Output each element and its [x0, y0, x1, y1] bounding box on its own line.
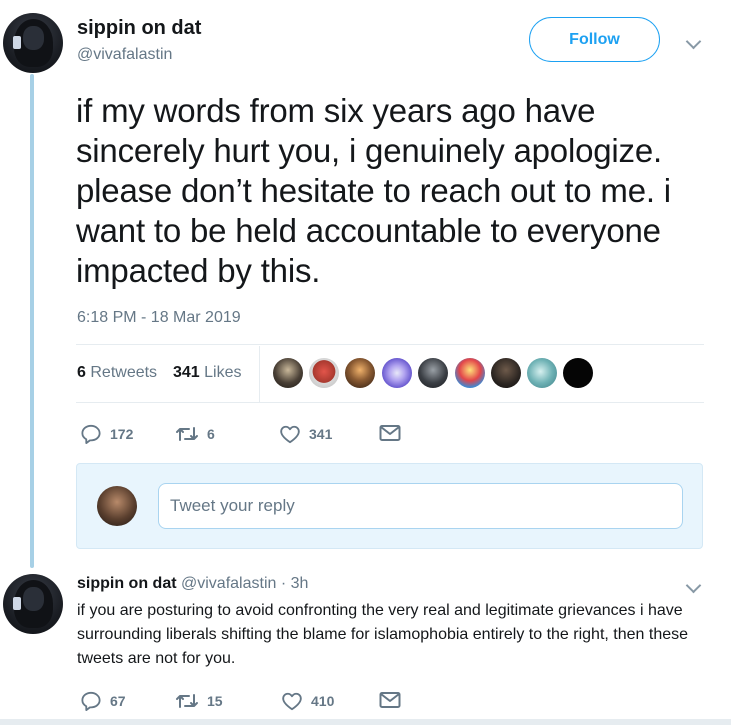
- reply-time[interactable]: 3h: [291, 575, 309, 592]
- reply-tweet-text: if you are posturing to avoid confrontin…: [77, 602, 689, 667]
- liker-avatar[interactable]: [527, 358, 557, 388]
- reply-tweet-reply-count: 67: [110, 693, 126, 709]
- bottom-divider: [0, 719, 731, 725]
- reply-icon: [81, 691, 101, 711]
- liker-avatar[interactable]: [455, 358, 485, 388]
- follow-button[interactable]: Follow: [529, 17, 660, 62]
- direct-message-action[interactable]: [379, 424, 401, 442]
- envelope-icon: [379, 692, 401, 708]
- reply-tweet-header: sippin on dat @vivafalastin · 3h: [77, 575, 308, 593]
- retweets-label: Retweets: [90, 364, 158, 381]
- liker-avatar[interactable]: [563, 358, 593, 388]
- thread-connector-line: [30, 74, 34, 568]
- likes-stat[interactable]: 341 Likes: [173, 364, 242, 382]
- liker-avatar[interactable]: [273, 358, 303, 388]
- author-handle[interactable]: @vivafalastin: [77, 46, 172, 64]
- retweet-icon: [176, 427, 198, 441]
- tweet-text: if my words from six years ago have sinc…: [76, 92, 671, 289]
- retweet-icon: [176, 694, 198, 708]
- liker-avatar[interactable]: [382, 358, 412, 388]
- retweet-count: 6: [207, 426, 215, 442]
- reply-input[interactable]: [158, 483, 683, 529]
- stats-separator: [259, 346, 260, 402]
- divider-top: [76, 344, 704, 345]
- reply-author-handle[interactable]: @vivafalastin: [181, 575, 276, 592]
- author-display-name[interactable]: sippin on dat: [77, 17, 201, 40]
- heart-icon: [280, 425, 300, 444]
- current-user-avatar[interactable]: [97, 486, 137, 526]
- reply-author-name[interactable]: sippin on dat: [77, 575, 177, 592]
- heart-icon: [282, 692, 302, 711]
- liker-avatar[interactable]: [345, 358, 375, 388]
- like-action[interactable]: 341: [279, 424, 332, 444]
- envelope-icon: [379, 425, 401, 441]
- retweets-stat[interactable]: 6 Retweets: [77, 364, 157, 382]
- liker-avatar[interactable]: [418, 358, 448, 388]
- reply-action[interactable]: 172: [80, 424, 133, 444]
- liker-avatar[interactable]: [491, 358, 521, 388]
- retweet-action[interactable]: 6: [175, 424, 215, 444]
- tweet-timestamp[interactable]: 6:18 PM - 18 Mar 2019: [77, 309, 241, 327]
- reply-tweet-direct-message-action[interactable]: [379, 691, 401, 709]
- reply-separator: ·: [280, 575, 287, 592]
- chevron-down-icon[interactable]: [685, 33, 702, 50]
- author-avatar[interactable]: [3, 13, 63, 73]
- reply-tweet-retweet-count: 15: [207, 693, 223, 709]
- reply-chevron-down-icon[interactable]: [685, 577, 702, 594]
- divider-bottom: [76, 402, 704, 403]
- reply-count: 172: [110, 426, 134, 442]
- likes-label: Likes: [204, 364, 242, 381]
- reply-tweet-like-action[interactable]: 410: [281, 691, 334, 711]
- retweets-count: 6: [77, 364, 86, 381]
- reply-tweet-reply-action[interactable]: 67: [80, 691, 126, 711]
- reply-tweet-like-count: 410: [311, 693, 335, 709]
- reply-author-avatar[interactable]: [3, 574, 63, 634]
- liker-avatar[interactable]: [309, 358, 339, 388]
- likes-count: 341: [173, 364, 200, 381]
- reply-tweet-retweet-action[interactable]: 15: [175, 691, 223, 711]
- like-count: 341: [309, 426, 333, 442]
- reply-icon: [81, 424, 101, 444]
